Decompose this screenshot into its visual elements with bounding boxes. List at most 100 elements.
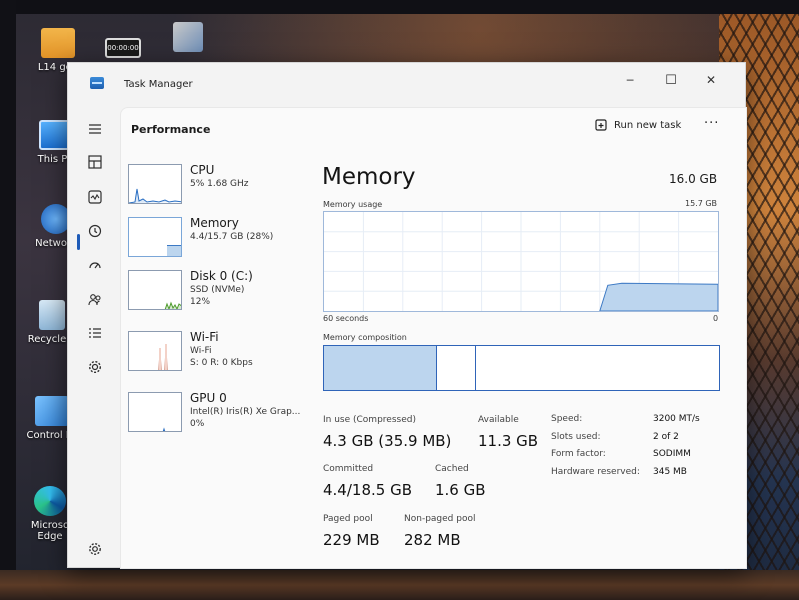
page-title: Performance	[131, 123, 211, 136]
nav-details-button[interactable]	[79, 321, 111, 345]
close-button[interactable]: ✕	[696, 69, 726, 91]
details-list-icon	[89, 328, 101, 338]
memory-usage-chart	[324, 212, 719, 312]
performance-chart-icon	[88, 190, 102, 204]
run-new-task-label: Run new task	[614, 120, 682, 131]
run-new-task-button[interactable]: Run new task	[595, 119, 681, 132]
device-detail-secondary: S: 0 R: 0 Kbps	[190, 358, 253, 368]
nav-startup-apps-button[interactable]	[79, 253, 111, 277]
run-task-icon	[595, 119, 607, 131]
memory-usage-graph	[323, 211, 719, 312]
recycle-bin-icon	[39, 300, 65, 330]
composition-free-segment	[476, 346, 719, 390]
device-item-disk[interactable]: Disk 0 (C:) SSD (NVMe) 12%	[126, 266, 304, 318]
committed-label: Committed	[323, 464, 374, 474]
paged-pool-value: 229 MB	[323, 531, 380, 549]
wifi-sparkline	[158, 343, 168, 370]
device-detail: 4.4/15.7 GB (28%)	[190, 232, 274, 242]
memory-mini-graph	[128, 217, 182, 257]
speed-label: Speed:	[551, 414, 583, 424]
device-detail-secondary: 12%	[190, 297, 211, 307]
composition-in-use-segment	[324, 346, 437, 390]
gpu-mini-graph	[128, 392, 182, 432]
device-detail: Intel(R) Iris(R) Xe Grap...	[190, 407, 301, 417]
nav-performance-button[interactable]	[79, 185, 111, 209]
device-detail: SSD (NVMe)	[190, 285, 245, 295]
performance-content: Performance Run new task ··· CPU 5% 1.68…	[120, 107, 747, 569]
nav-processes-button[interactable]	[79, 150, 111, 174]
in-use-value: 4.3 GB (35.9 MB)	[323, 432, 452, 450]
device-name: GPU 0	[190, 391, 227, 405]
history-clock-icon	[88, 224, 102, 238]
monitor-bezel-left	[0, 0, 16, 600]
memory-usage-label: Memory usage	[323, 200, 383, 209]
form-factor-value: SODIMM	[653, 449, 691, 459]
non-paged-pool-label: Non-paged pool	[404, 514, 476, 524]
device-name: CPU	[190, 163, 215, 177]
folder-user-icon	[41, 28, 75, 58]
services-gear-icon	[88, 360, 102, 374]
usage-axis-right-label: 0	[713, 314, 719, 323]
desktop-bottom-strip	[0, 570, 799, 600]
device-detail-secondary: 0%	[190, 419, 205, 429]
gpu-sparkline	[162, 427, 166, 431]
nav-users-button[interactable]	[79, 287, 111, 311]
memory-usage-max: 15.7 GB	[685, 199, 718, 208]
hamburger-icon	[89, 124, 101, 134]
device-item-cpu[interactable]: CPU 5% 1.68 GHz	[126, 160, 304, 212]
video-file-icon: 00:00:00	[105, 38, 141, 58]
edge-browser-icon	[34, 486, 66, 516]
device-detail: Wi-Fi	[190, 346, 212, 356]
cpu-mini-graph	[128, 164, 182, 204]
wifi-mini-graph	[128, 331, 182, 371]
device-item-wifi[interactable]: Wi-Fi Wi-Fi S: 0 R: 0 Kbps	[126, 327, 304, 379]
device-name: Wi-Fi	[190, 330, 219, 344]
available-label: Available	[478, 415, 519, 425]
hardware-reserved-value: 345 MB	[653, 467, 687, 477]
device-item-memory[interactable]: Memory 4.4/15.7 GB (28%)	[126, 213, 304, 265]
memory-composition-bar	[323, 345, 720, 391]
device-item-gpu[interactable]: GPU 0 Intel(R) Iris(R) Xe Grap... 0%	[126, 388, 304, 440]
window-title: Task Manager	[124, 79, 193, 90]
usage-area	[599, 282, 719, 312]
disk-sparkline	[164, 301, 181, 309]
desktop-icon-media[interactable]: 00:00:00	[100, 38, 146, 62]
navigation-rail	[68, 107, 120, 567]
cached-value: 1.6 GB	[435, 481, 486, 499]
non-paged-pool-value: 282 MB	[404, 531, 461, 549]
title-bar[interactable]: Task Manager ─ ☐ ✕	[68, 63, 747, 107]
in-use-label: In use (Compressed)	[323, 415, 416, 425]
nav-settings-button[interactable]	[79, 537, 111, 561]
monitor-bezel-top	[0, 0, 799, 14]
desktop-icon-installer[interactable]	[166, 22, 210, 56]
cached-label: Cached	[435, 464, 469, 474]
task-manager-window: Task Manager ─ ☐ ✕ Performance Run new t…	[67, 62, 747, 569]
slots-used-label: Slots used:	[551, 432, 601, 442]
memory-composition-label: Memory composition	[323, 333, 407, 342]
settings-gear-icon	[89, 543, 101, 555]
task-manager-app-icon	[90, 77, 104, 89]
nav-services-button[interactable]	[79, 355, 111, 379]
available-value: 11.3 GB	[478, 432, 539, 450]
hamburger-menu-button[interactable]	[79, 117, 111, 141]
minimize-button[interactable]: ─	[615, 69, 645, 91]
speed-value: 3200 MT/s	[653, 414, 700, 424]
composition-modified-segment	[436, 346, 477, 390]
usage-axis-left-label: 60 seconds	[323, 314, 369, 323]
more-options-button[interactable]: ···	[704, 116, 719, 131]
maximize-button[interactable]: ☐	[656, 69, 686, 91]
device-name: Disk 0 (C:)	[190, 269, 253, 283]
memory-total: 16.0 GB	[669, 172, 718, 186]
memory-mini-fill	[167, 244, 181, 256]
processes-grid-icon	[88, 155, 102, 169]
device-detail: 5% 1.68 GHz	[190, 179, 249, 189]
installer-icon	[173, 22, 203, 52]
memory-heading: Memory	[322, 164, 416, 190]
form-factor-label: Form factor:	[551, 449, 606, 459]
cpu-sparkline	[129, 188, 181, 203]
hardware-reserved-label: Hardware reserved:	[551, 467, 640, 477]
nav-app-history-button[interactable]	[79, 219, 111, 243]
paged-pool-label: Paged pool	[323, 514, 373, 524]
speedometer-icon	[89, 262, 101, 269]
device-name: Memory	[190, 216, 239, 230]
